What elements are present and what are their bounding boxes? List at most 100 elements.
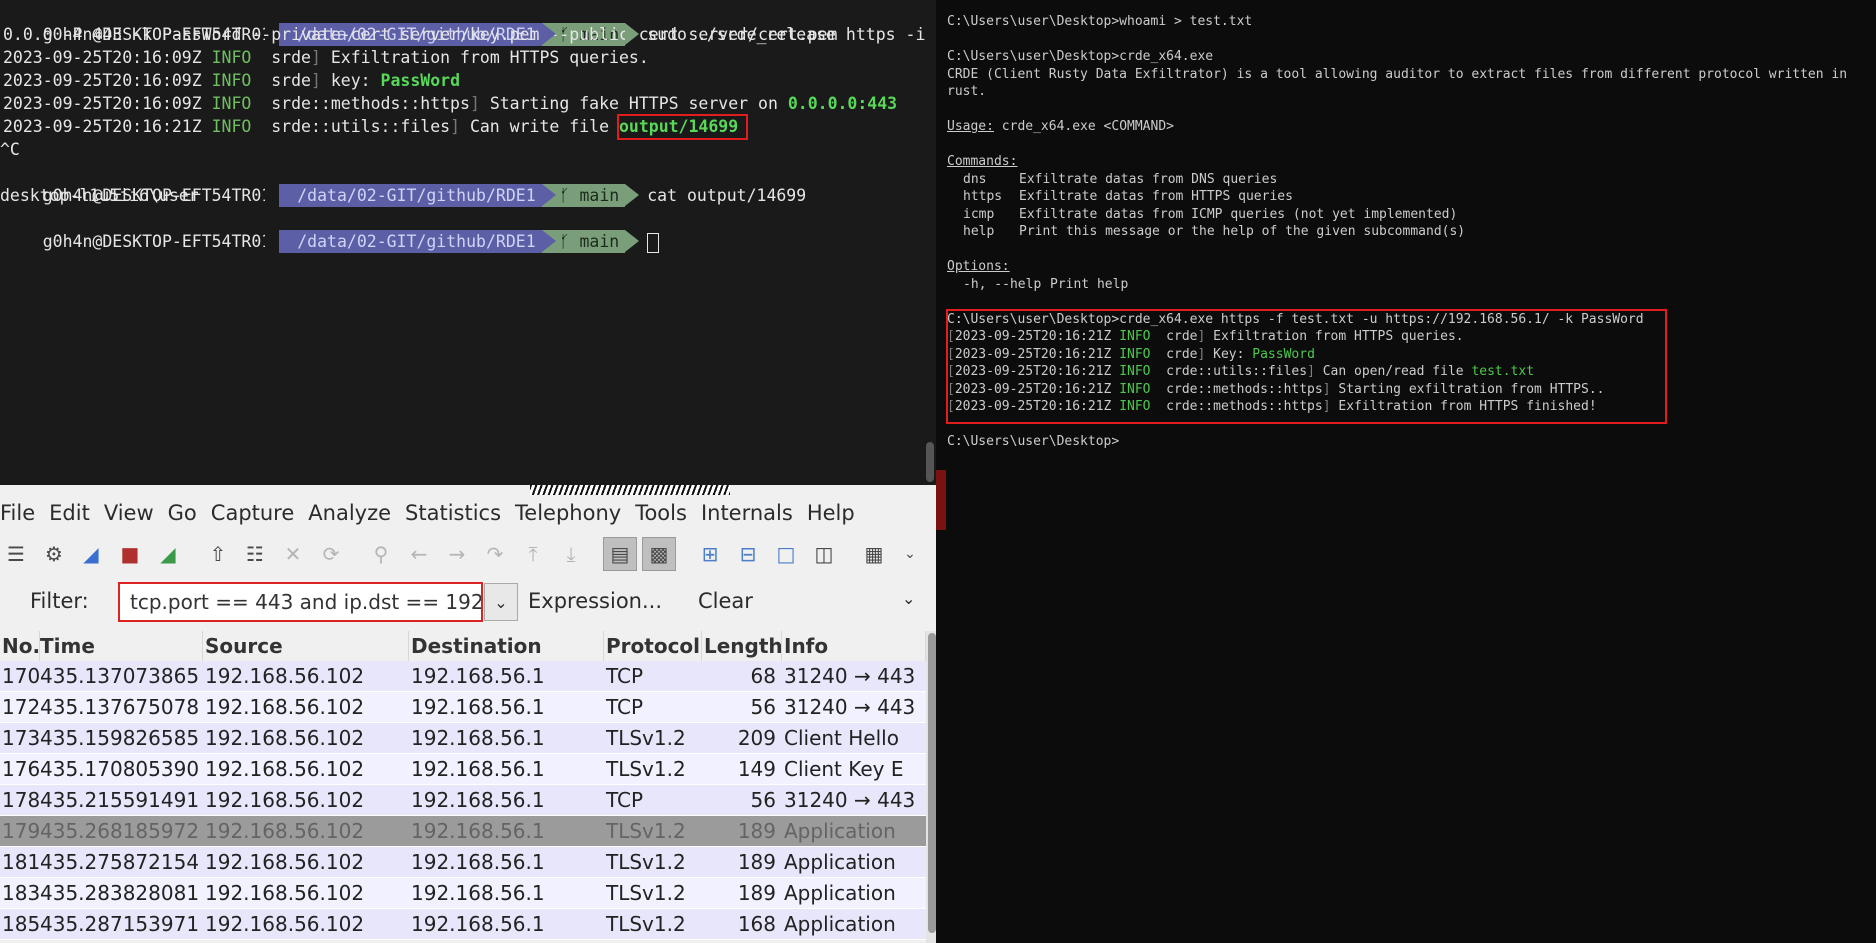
packet-cell-dst: 192.168.56.1 [411,757,545,781]
start-capture-fin-icon[interactable]: ◢ [78,541,104,567]
log-line: 2023-09-25T20:16:09Z INFO srde] Exfiltra… [3,48,649,67]
packet-cell-src: 192.168.56.102 [205,850,365,874]
filter-dropdown-icon[interactable]: ⌄ [484,583,518,621]
highlight-box [946,309,1667,424]
expression-button[interactable]: Expression... [528,589,662,613]
terminal-scrollbar[interactable] [926,442,934,482]
normal-size-icon[interactable]: □ [773,541,799,567]
zoom-in-icon[interactable]: ⊞ [697,541,723,567]
packet-cell-time: 435.137073865 [40,664,200,688]
packet-row[interactable]: 173 435.159826585 192.168.56.102 192.168.56… [0,723,926,754]
restart-capture-icon[interactable]: ◢ [155,541,181,567]
packet-cell-proto: TCP [606,664,644,688]
col-header-time[interactable]: Time [40,631,203,661]
menu-tools[interactable]: Tools [635,501,697,525]
packet-cell-no: 181 [2,850,40,874]
menu-capture[interactable]: Capture [211,501,305,525]
menu-file[interactable]: File [0,501,45,525]
go-back-icon[interactable]: ← [406,541,432,567]
col-header-no[interactable]: No. [0,631,40,661]
reload-icon[interactable]: ⟳ [318,541,344,567]
col-header-destination[interactable]: Destination [409,631,604,661]
go-to-packet-icon[interactable]: ↷ [482,541,508,567]
left-terminal[interactable]: g0h4n@DESKTOP-EFT54TR01/data/02-GIT/gith… [0,0,936,485]
packet-row[interactable]: 185 435.287153971 192.168.56.102 192.168.56… [0,909,926,940]
prompt-line-3: g0h4n@DESKTOP-EFT54TR01/data/02-GIT/gith… [3,207,660,253]
toolbar-more-chevron-icon[interactable]: ⌄ [897,541,923,567]
prompt-line-2: g0h4n@DESKTOP-EFT54TR01/data/02-GIT/gith… [42,184,807,207]
col-header-info[interactable]: Info [782,631,926,661]
packet-cell-dst: 192.168.56.1 [411,695,545,719]
packet-list: 170 435.137073865 192.168.56.102 192.168.56… [0,661,926,943]
terminal-cursor[interactable] [647,232,660,253]
colorize-icon[interactable]: ▤ [603,537,637,571]
packet-row[interactable]: 172 435.137675078 192.168.56.102 192.168.56… [0,692,926,723]
packet-cell-info: Application [784,912,896,936]
menu-view[interactable]: View [104,501,164,525]
packet-cell-time: 435.159826585 [40,726,200,750]
col-header-source[interactable]: Source [203,631,409,661]
packet-row[interactable]: 178 435.215591491 192.168.56.102 192.168.56… [0,785,926,816]
first-packet-icon[interactable]: ⤒ [520,541,546,567]
menu-analyze[interactable]: Analyze [308,501,401,525]
packet-row[interactable]: 176 435.170805390 192.168.56.102 192.168.56… [0,754,926,785]
packet-cell-len: 168 [737,912,776,936]
menu-internals[interactable]: Internals [701,501,803,525]
packet-cell-no: 179 [2,819,40,843]
save-file-icon[interactable]: ☷ [242,541,268,567]
filter-more-chevron-icon[interactable]: ⌄ [902,589,915,608]
window-divider [0,485,946,495]
packet-list-header: No. Time Source Destination Protocol Len… [0,631,926,661]
col-header-protocol[interactable]: Protocol [604,631,702,661]
options-label: Options: [947,259,1010,274]
main-toolbar: ☰ ⚙ ◢ ■ ◢ ⇧ ☷ ✕ ⟳ ⚲ ← → ↷ ⤒ ⤓ ▤ ▩ ⊞ ⊟ □ … [0,533,940,575]
go-forward-icon[interactable]: → [444,541,470,567]
command-https: https Exfiltrate datas from HTTPS queries [963,189,1293,204]
windows-cmd-terminal[interactable]: C:\Users\user\Desktop>whoami > test.txt … [946,0,1876,943]
packet-cell-info: 31240 → 443 [784,695,916,719]
packet-cell-no: 185 [2,912,40,936]
packet-cell-time: 435.170805390 [40,757,200,781]
find-icon[interactable]: ⚲ [368,541,394,567]
menu-telephony[interactable]: Telephony [515,501,631,525]
packet-cell-proto: TLSv1.2 [606,912,686,936]
close-file-icon[interactable]: ✕ [280,541,306,567]
resize-columns-icon[interactable]: ◫ [811,541,837,567]
packet-cell-time: 435.275872154 [40,850,200,874]
packet-cell-dst: 192.168.56.1 [411,881,545,905]
zoom-out-icon[interactable]: ⊟ [735,541,761,567]
packet-row[interactable]: 179 435.268185972 192.168.56.102 192.168.56… [0,816,926,847]
packet-row[interactable]: 170 435.137073865 192.168.56.102 192.168.56… [0,661,926,692]
packet-cell-no: 172 [2,695,40,719]
packet-cell-len: 189 [737,850,776,874]
crde-description-cont: rust. [947,84,987,99]
clear-button[interactable]: Clear [698,589,753,613]
menu-statistics[interactable]: Statistics [405,501,511,525]
packet-cell-info: Application [784,850,896,874]
last-packet-icon[interactable]: ⤓ [558,541,584,567]
packet-cell-no: 170 [2,664,40,688]
whoami-line: C:\Users\user\Desktop>whoami > test.txt [947,14,1253,29]
stop-capture-icon[interactable]: ■ [117,541,143,567]
menu-go[interactable]: Go [168,501,207,525]
filter-toolbar: Filter: ⌄ Expression... Clear ⌄ [0,577,940,627]
open-file-icon[interactable]: ⇧ [205,541,231,567]
options-gear-icon[interactable]: ⚙ [41,541,67,567]
menu-edit[interactable]: Edit [49,501,100,525]
packet-cell-no: 178 [2,788,40,812]
packet-row[interactable]: 181 435.275872154 192.168.56.102 192.168.56… [0,847,926,878]
capture-filters-icon[interactable]: ▦ [861,541,887,567]
packet-cell-info: Client Key E [784,757,904,781]
menu-help[interactable]: Help [807,501,865,525]
filter-input[interactable] [118,582,483,622]
packet-cell-no: 176 [2,757,40,781]
packet-cell-len: 68 [750,664,776,688]
packet-row[interactable]: 183 435.283828081 192.168.56.102 192.168.56… [0,878,926,909]
packet-cell-src: 192.168.56.102 [205,881,365,905]
packet-cell-dst: 192.168.56.1 [411,664,545,688]
auto-scroll-icon[interactable]: ▩ [642,537,676,571]
interfaces-icon[interactable]: ☰ [3,541,29,567]
packet-cell-src: 192.168.56.102 [205,695,365,719]
col-header-length[interactable]: Length [702,631,782,661]
packet-cell-src: 192.168.56.102 [205,757,365,781]
